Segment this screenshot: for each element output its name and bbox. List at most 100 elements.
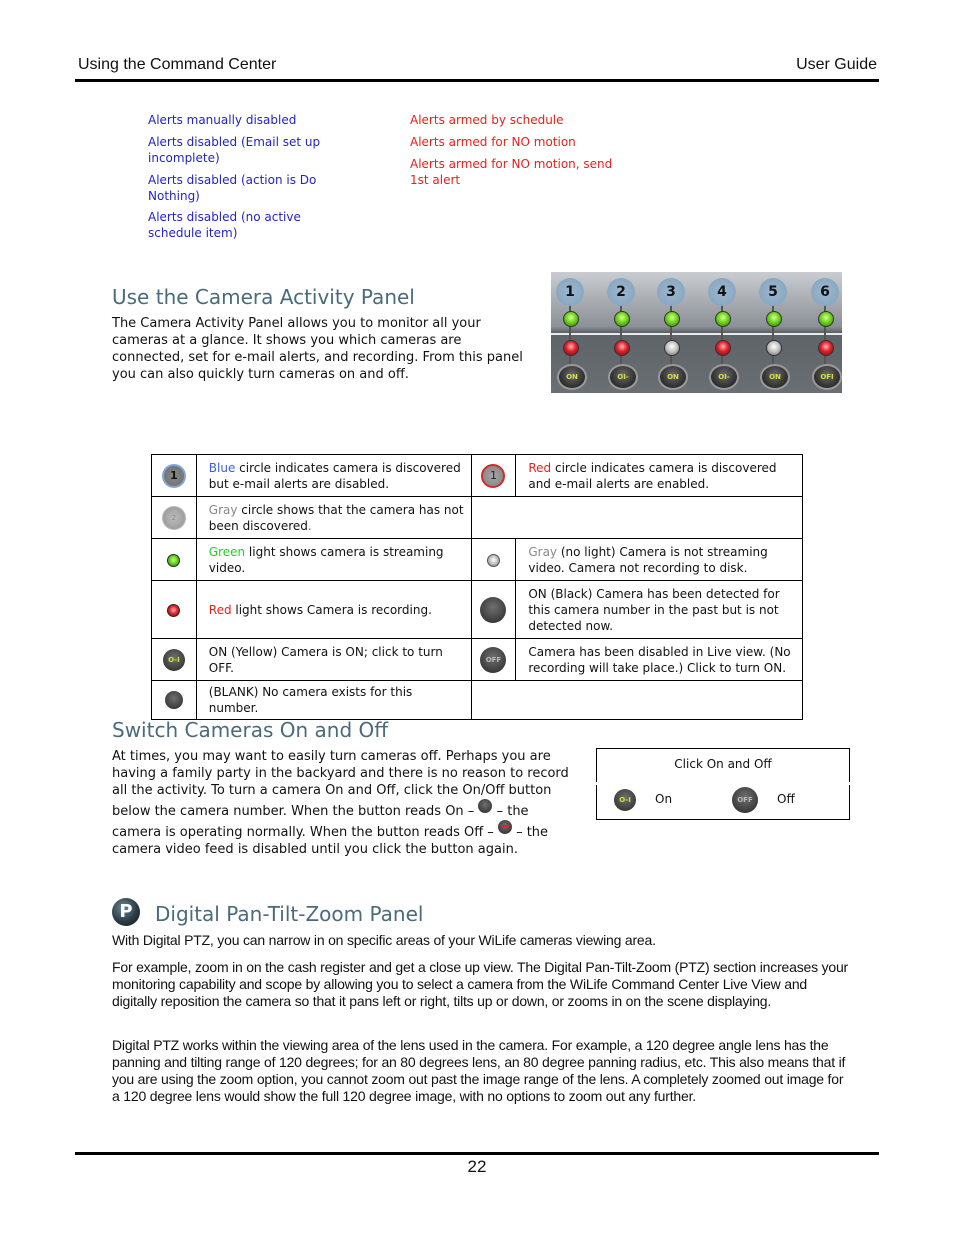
legend-icon-cell: [470, 580, 517, 639]
legend-description: circle shows that the camera has not bee…: [208, 502, 464, 533]
legend-description: Camera has been disabled in Live view. (…: [528, 644, 791, 675]
red-circle-icon: 1: [481, 463, 506, 488]
legend-text-cell: Gray (no light) Camera is not streaming …: [515, 538, 803, 581]
off-label: Off: [777, 792, 795, 806]
box-border: [596, 785, 597, 819]
alert-disabled-item: Alerts manually disabled: [148, 113, 297, 127]
ptz-paragraph: With Digital PTZ, you can narrow in on s…: [112, 932, 656, 948]
alert-armed-item: Alerts armed for NO motion: [410, 135, 576, 149]
streaming-light-icon: [664, 311, 680, 327]
legend-icon-cell: OFF: [470, 638, 517, 681]
legend-description: (BLANK) No camera exists for this number…: [208, 685, 413, 715]
camera-number-icon[interactable]: 6: [811, 278, 839, 306]
camera-number-icon[interactable]: 3: [657, 278, 685, 306]
camera-number-icon[interactable]: 1: [556, 278, 584, 306]
legend-icon-cell: [151, 580, 197, 639]
off-button-icon: OFF: [480, 646, 507, 673]
color-word: Gray: [208, 502, 238, 517]
recording-light-icon: [818, 340, 834, 356]
alert-armed-item: Alerts armed for NO motion, send 1st ale…: [410, 157, 613, 187]
color-word: Red: [208, 602, 232, 617]
legend-icon-cell: [470, 680, 516, 720]
camera-number-icon[interactable]: 4: [708, 278, 736, 306]
color-word: Red: [528, 460, 552, 475]
box-border: [849, 785, 850, 819]
blue-circle-icon: 1: [161, 463, 186, 488]
icon-legend-table: 1 Blue circle indicates camera is discove…: [151, 454, 803, 720]
on-label: On: [655, 792, 673, 806]
alert-armed-item: Alerts armed by schedule: [410, 113, 564, 127]
alert-disabled-item: Alerts disabled (Email set up incomplete…: [148, 135, 321, 165]
legend-description: light shows Camera is recording.: [231, 602, 432, 617]
camera-on-off-button[interactable]: ON: [760, 364, 790, 390]
legend-text-cell: ON (Black) Camera has been detected for …: [515, 580, 803, 639]
legend-text-cell: Red light shows Camera is recording.: [195, 580, 472, 639]
alert-disabled-item: Alerts disabled (action is Do Nothing): [148, 173, 317, 203]
streaming-light-icon: [715, 311, 731, 327]
off-button-icon: [497, 820, 512, 834]
off-button-icon[interactable]: OFF: [732, 787, 758, 813]
legend-description: circle indicates camera is discovered an…: [528, 460, 777, 491]
legend-text-cell: Blue circle indicates camera is discover…: [195, 454, 472, 497]
legend-row: 1 Blue circle indicates camera is discove…: [151, 454, 803, 497]
ptz-paragraph: For example, zoom in on the cash registe…: [112, 959, 849, 1009]
gray-light-icon: [486, 553, 500, 567]
click-on-off-box: Click On and Off O-I On OFF Off: [596, 748, 850, 820]
click-on-off-title: Click On and Off: [674, 757, 772, 771]
green-light-icon: [167, 553, 181, 567]
on-button-icon[interactable]: O-I: [614, 789, 636, 811]
legend-text-cell: Gray circle shows that the camera has no…: [195, 496, 472, 539]
legend-text-cell: ON (Yellow) Camera is ON; click to turn …: [195, 638, 472, 681]
camera-on-off-button[interactable]: ON: [557, 364, 587, 390]
legend-description: ON (Yellow) Camera is ON; click to turn …: [208, 644, 443, 675]
recording-light-icon: [614, 340, 630, 356]
color-word: Green: [208, 544, 246, 559]
alert-disabled-item: Alerts disabled (no active schedule item…: [148, 210, 301, 240]
camera-activity-body: The Camera Activity Panel allows you to …: [112, 316, 523, 382]
legend-icon-cell: [470, 538, 517, 581]
legend-icon-cell: [151, 538, 197, 581]
camera-on-off-button[interactable]: OI-: [608, 364, 638, 390]
camera-column: 2 OI-: [604, 272, 638, 393]
legend-icon-cell: O-I: [151, 638, 197, 681]
recording-light-icon: [563, 340, 579, 356]
ptz-paragraph: Digital PTZ works within the viewing are…: [112, 1037, 846, 1104]
recording-light-icon: [766, 340, 782, 356]
camera-column: 6 OFI: [808, 272, 842, 393]
legend-icon-cell: 1: [151, 454, 197, 497]
camera-number-icon[interactable]: 5: [759, 278, 787, 306]
ptz-heading: Digital Pan-Tilt-Zoom Panel: [155, 902, 424, 926]
page-number: 22: [467, 1157, 487, 1176]
recording-light-icon: [715, 340, 731, 356]
legend-description: (no light) Camera is not streaming video…: [528, 544, 768, 575]
color-word: Blue: [208, 460, 236, 475]
color-word: Gray: [528, 544, 558, 559]
camera-on-off-button[interactable]: OFI: [812, 364, 842, 390]
streaming-light-icon: [818, 311, 834, 327]
camera-column: 4 OI-: [705, 272, 739, 393]
streaming-light-icon: [563, 311, 579, 327]
legend-description: circle indicates camera is discovered bu…: [208, 460, 461, 491]
camera-column: 1 ON: [553, 272, 587, 393]
on-button-icon: [478, 799, 493, 813]
legend-text-cell: Red circle indicates camera is discovere…: [515, 454, 803, 497]
panel-divider: [551, 333, 842, 335]
camera-number-icon[interactable]: 2: [607, 278, 635, 306]
legend-icon-cell: 2: [151, 496, 197, 539]
legend-row: Red light shows Camera is recording. ON (…: [151, 580, 803, 639]
gray-circle-icon: 2: [161, 505, 186, 530]
header-doc-title: User Guide: [796, 56, 877, 73]
yellow-on-button-icon: O-I: [162, 648, 185, 671]
legend-description: ON (Black) Camera has been detected for …: [528, 586, 780, 633]
trailing-punct: .: [307, 518, 312, 533]
recording-light-icon: [664, 340, 680, 356]
legend-text-cell: Green light shows camera is streaming vi…: [195, 538, 472, 581]
red-light-icon: [167, 603, 181, 617]
camera-on-off-button[interactable]: OI-: [709, 364, 739, 390]
header-rule: [75, 79, 879, 82]
camera-column: 3 ON: [654, 272, 688, 393]
camera-on-off-button[interactable]: ON: [658, 364, 688, 390]
legend-text-cell: Camera has been disabled in Live view. (…: [515, 638, 803, 681]
legend-text-cell: [515, 680, 803, 720]
camera-activity-panel: 1 ON 2 OI- 3 ON 4 OI- 5 ON 6 OFI: [551, 272, 842, 393]
